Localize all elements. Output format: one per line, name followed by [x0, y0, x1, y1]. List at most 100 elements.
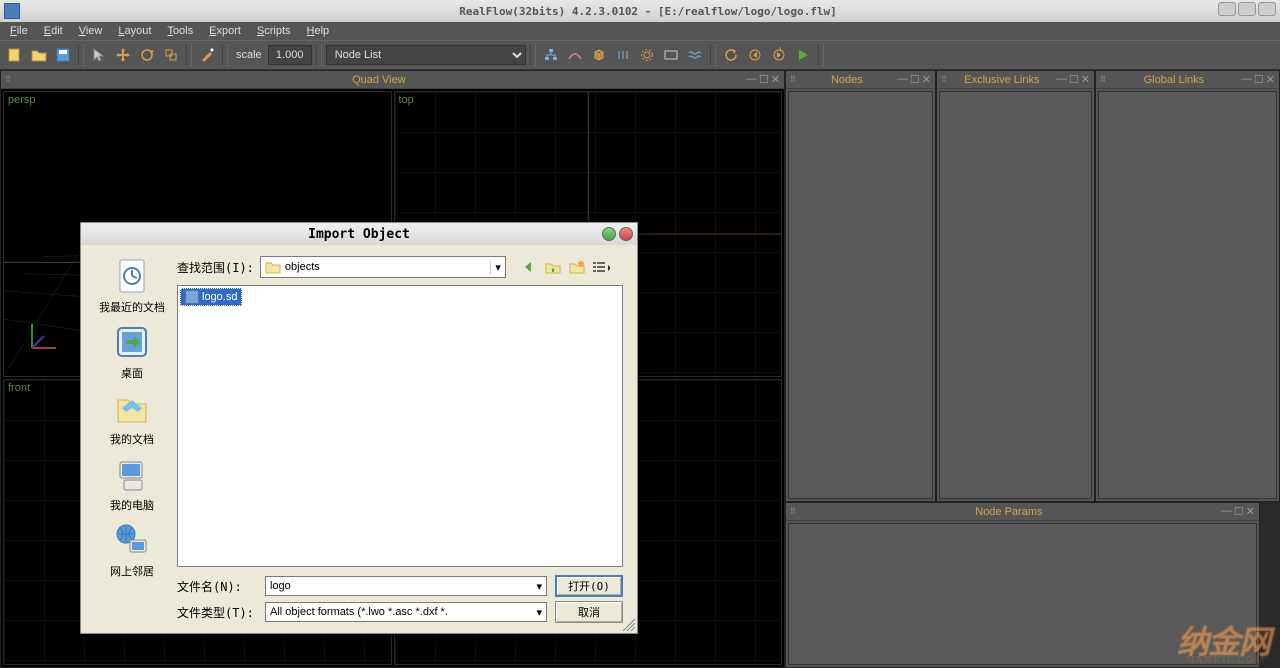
resize-grip-icon[interactable]: [623, 619, 635, 631]
scale-input[interactable]: [268, 45, 312, 65]
panel-minimize-icon[interactable]: —: [746, 73, 757, 86]
import-object-dialog: Import Object 我最近的文档 桌面 我的文档 我的电脑 网上: [80, 222, 638, 634]
panel-grip-icon[interactable]: ⠿: [941, 75, 948, 84]
dialog-titlebar[interactable]: Import Object: [81, 223, 637, 245]
panel-maximize-icon[interactable]: ☐: [759, 73, 769, 86]
menu-layout[interactable]: Layout: [110, 23, 159, 39]
panel-grip-icon[interactable]: ⠿: [5, 75, 12, 84]
filetype-label: 文件类型(T):: [177, 604, 257, 621]
panel-close-icon[interactable]: ✕: [922, 73, 931, 86]
places-bar: 我最近的文档 桌面 我的文档 我的电脑 网上邻居: [95, 255, 169, 623]
place-network[interactable]: 网上邻居: [110, 519, 154, 579]
sim-reset-icon[interactable]: [720, 44, 742, 66]
quad-view-header: ⠿ Quad View —☐✕: [1, 71, 784, 89]
new-file-icon[interactable]: [4, 44, 26, 66]
panel-maximize-icon[interactable]: ☐: [1069, 73, 1079, 86]
exclusive-body[interactable]: [939, 91, 1092, 499]
exclusive-title: Exclusive Links: [948, 74, 1056, 86]
cancel-button[interactable]: 取消: [555, 601, 623, 623]
waves-icon[interactable]: [684, 44, 706, 66]
panel-close-icon[interactable]: ✕: [1246, 505, 1255, 518]
panel-minimize-icon[interactable]: —: [1241, 73, 1252, 86]
move-icon[interactable]: [112, 44, 134, 66]
menu-view[interactable]: View: [71, 23, 111, 39]
gear-icon[interactable]: [636, 44, 658, 66]
viewport-label: front: [8, 382, 30, 394]
exclusive-links-panel: ⠿Exclusive Links—☐✕: [936, 70, 1095, 502]
play-icon[interactable]: [792, 44, 814, 66]
minimize-button[interactable]: [1218, 2, 1236, 16]
up-folder-icon[interactable]: [544, 258, 562, 276]
hierarchy-icon[interactable]: [540, 44, 562, 66]
display-icon[interactable]: [660, 44, 682, 66]
filename-input[interactable]: logo▾: [265, 576, 547, 596]
global-title: Global Links: [1107, 74, 1241, 86]
nodes-body[interactable]: [788, 91, 933, 499]
panel-grip-icon[interactable]: ⠿: [1100, 75, 1107, 84]
panel-minimize-icon[interactable]: —: [1221, 505, 1232, 518]
sim-step-icon[interactable]: PDC: [768, 44, 790, 66]
save-file-icon[interactable]: [52, 44, 74, 66]
panel-close-icon[interactable]: ✕: [1266, 73, 1275, 86]
curve-icon[interactable]: [564, 44, 586, 66]
lookin-label: 查找范围(I):: [177, 259, 254, 276]
open-file-icon[interactable]: [28, 44, 50, 66]
dialog-minimize-icon[interactable]: [602, 227, 616, 241]
right-panels: ⠿Nodes—☐✕ ⠿Exclusive Links—☐✕ ⠿Global Li…: [785, 70, 1280, 668]
back-icon[interactable]: [520, 258, 538, 276]
quad-view-title: Quad View: [12, 74, 746, 86]
nodes-title: Nodes: [797, 74, 897, 86]
lookin-select[interactable]: objects ▾: [260, 256, 506, 278]
file-list[interactable]: logo.sd: [177, 285, 623, 567]
panel-minimize-icon[interactable]: —: [897, 73, 908, 86]
panel-grip-icon[interactable]: ⠿: [790, 507, 797, 516]
menu-edit[interactable]: Edit: [36, 23, 71, 39]
open-button[interactable]: 打开(O): [555, 575, 623, 597]
scale-icon[interactable]: [160, 44, 182, 66]
sim-step-back-icon[interactable]: [744, 44, 766, 66]
panel-grip-icon[interactable]: ⠿: [790, 75, 797, 84]
place-mydocs[interactable]: 我的文档: [110, 387, 154, 447]
rotate-icon[interactable]: [136, 44, 158, 66]
documents-icon: [111, 387, 153, 429]
cube-icon[interactable]: [588, 44, 610, 66]
new-folder-icon[interactable]: [568, 258, 586, 276]
select-icon[interactable]: [88, 44, 110, 66]
watermark-sub: NARKII.COM: [1187, 655, 1266, 666]
dialog-close-icon[interactable]: [619, 227, 633, 241]
svg-text:PDC: PDC: [779, 47, 787, 53]
title-bar: RealFlow(32bits) 4.2.3.0102 - [E:/realfl…: [0, 0, 1280, 22]
chevron-down-icon: ▾: [536, 580, 542, 593]
slider-icon[interactable]: [612, 44, 634, 66]
file-item-selected[interactable]: logo.sd: [180, 288, 242, 306]
global-links-panel: ⠿Global Links—☐✕: [1095, 70, 1280, 502]
panel-minimize-icon[interactable]: —: [1056, 73, 1067, 86]
view-menu-icon[interactable]: [592, 258, 610, 276]
recent-docs-icon: [111, 255, 153, 297]
magic-icon[interactable]: [196, 44, 218, 66]
viewport-label: persp: [8, 94, 36, 106]
nodes-panel: ⠿Nodes—☐✕: [785, 70, 936, 502]
panel-maximize-icon[interactable]: ☐: [910, 73, 920, 86]
close-button[interactable]: [1258, 2, 1276, 16]
menu-export[interactable]: Export: [201, 23, 249, 39]
place-desktop[interactable]: 桌面: [111, 321, 153, 381]
filetype-select[interactable]: All object formats (*.lwo *.asc *.dxf *.…: [265, 602, 547, 622]
panel-maximize-icon[interactable]: ☐: [1254, 73, 1264, 86]
global-body[interactable]: [1098, 91, 1277, 499]
axis-gizmo-icon: [24, 316, 64, 356]
maximize-button[interactable]: [1238, 2, 1256, 16]
panel-close-icon[interactable]: ✕: [771, 73, 780, 86]
viewport-label: top: [399, 94, 414, 106]
panel-close-icon[interactable]: ✕: [1081, 73, 1090, 86]
place-recent[interactable]: 我最近的文档: [99, 255, 165, 315]
menu-file[interactable]: File: [2, 23, 36, 39]
menu-scripts[interactable]: Scripts: [249, 23, 299, 39]
node-list-select[interactable]: Node List: [326, 45, 526, 65]
main-toolbar: scale Node List PDC: [0, 40, 1280, 70]
menu-help[interactable]: Help: [299, 23, 338, 39]
folder-icon: [265, 260, 281, 274]
menu-tools[interactable]: Tools: [159, 23, 201, 39]
panel-maximize-icon[interactable]: ☐: [1234, 505, 1244, 518]
place-mycomputer[interactable]: 我的电脑: [110, 453, 154, 513]
